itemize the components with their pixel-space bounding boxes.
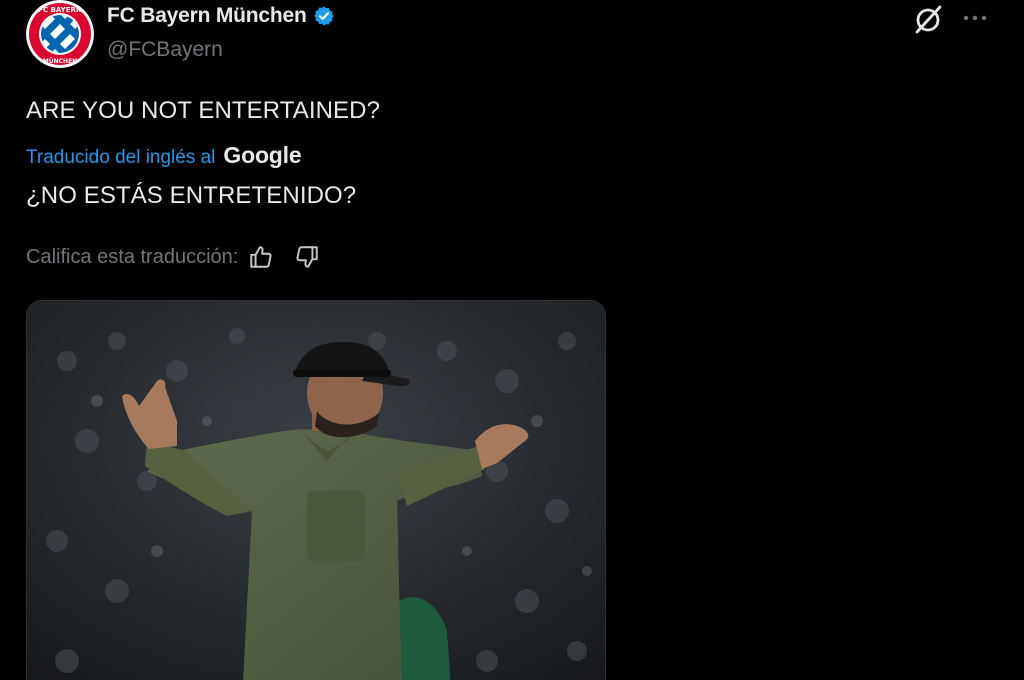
avatar-text-bottom: MÜNCHEN <box>43 58 77 65</box>
thumbs-up-icon[interactable] <box>248 244 274 270</box>
thumbs-down-icon[interactable] <box>294 244 320 270</box>
tweet-text-original: ARE YOU NOT ENTERTAINED? <box>26 97 381 124</box>
rating-label: Califica esta traducción: <box>26 245 239 268</box>
translation-rating: Califica esta traducción: <box>26 244 340 270</box>
translation-source-link[interactable]: Traducido del inglés al <box>26 147 215 169</box>
grok-icon[interactable] <box>912 4 944 34</box>
author-name-link[interactable]: FC Bayern München <box>107 4 335 28</box>
fc-bayern-logo-icon: FC BAYERN MÜNCHEN <box>26 0 94 68</box>
coach-photo-image <box>27 301 605 680</box>
author-avatar[interactable]: FC BAYERN MÜNCHEN <box>26 0 94 68</box>
more-options-icon[interactable] <box>960 8 990 28</box>
verified-badge-icon <box>313 6 334 26</box>
google-logo: Google <box>223 142 302 168</box>
avatar-text-top: FC BAYERN <box>38 6 82 14</box>
author-display-name: FC Bayern München <box>107 4 307 27</box>
author-handle[interactable]: @FCBayern <box>107 38 223 62</box>
tweet-view: FC BAYERN MÜNCHEN FC Bayern München @FCB… <box>0 0 1024 680</box>
tweet-photo[interactable] <box>26 300 606 680</box>
translation-attribution: Traducido del inglés al Google <box>26 142 302 169</box>
tweet-text-translated: ¿NO ESTÁS ENTRETENIDO? <box>26 182 357 209</box>
